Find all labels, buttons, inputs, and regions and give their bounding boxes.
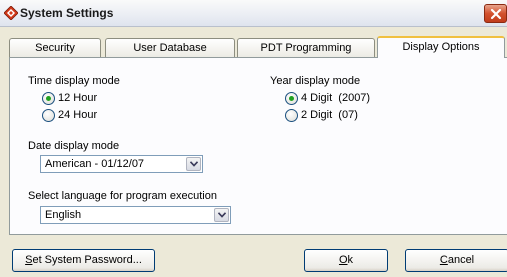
title-bar[interactable]: System Settings (0, 0, 507, 27)
radio-button-unselected (42, 109, 55, 122)
tab-security[interactable]: Security (9, 38, 101, 57)
radio-12-hour-label: 12 Hour (58, 92, 98, 104)
radio-button-selected (285, 92, 298, 105)
radio-button-selected (42, 92, 55, 105)
radio-dot (289, 96, 294, 101)
language-label: Select language for program execution (28, 190, 217, 202)
radio-button-unselected (285, 109, 298, 122)
tab-pdt-programming[interactable]: PDT Programming (237, 38, 375, 57)
window-title: System Settings (20, 6, 114, 20)
ok-mnemonic: O (338, 254, 348, 266)
set-system-password-button[interactable]: Set System Password... (12, 249, 155, 272)
radio-dot (46, 96, 51, 101)
date-display-mode-value: American - 01/12/07 (45, 158, 145, 170)
system-settings-window: System Settings Security User Database P… (0, 0, 507, 277)
cancel-label: ancel (447, 254, 475, 266)
radio-4-digit[interactable]: 4 Digit (2007) (285, 92, 395, 106)
dropdown-arrow-button[interactable] (186, 157, 201, 171)
close-x-icon (490, 8, 502, 20)
app-diamond-icon (3, 5, 19, 21)
radio-24-hour[interactable]: 24 Hour (42, 109, 132, 123)
year-display-mode-label: Year display mode (270, 75, 361, 87)
set-password-label: et System Password... (32, 254, 142, 266)
date-display-mode-select[interactable]: American - 01/12/07 (40, 155, 203, 173)
date-display-mode-label: Date display mode (28, 140, 120, 152)
time-display-mode-label: Time display mode (28, 75, 120, 87)
language-value: English (45, 209, 82, 221)
cancel-button[interactable]: Cancel (405, 249, 507, 272)
tab-strip: Security User Database PDT Programming D… (9, 36, 507, 58)
ok-button[interactable]: Ok (304, 249, 388, 272)
radio-2-digit-label: 2 Digit (07) (301, 109, 358, 121)
close-button[interactable] (484, 4, 507, 23)
radio-24-hour-label: 24 Hour (58, 109, 98, 121)
ok-label: k (347, 254, 354, 266)
dropdown-arrow-button[interactable] (214, 208, 229, 222)
chevron-down-icon (218, 212, 226, 218)
cancel-mnemonic: C (439, 254, 448, 266)
tab-display-options[interactable]: Display Options (377, 36, 505, 58)
radio-12-hour[interactable]: 12 Hour (42, 92, 132, 106)
language-select[interactable]: English (40, 206, 231, 224)
radio-2-digit[interactable]: 2 Digit (07) (285, 109, 395, 123)
chevron-down-icon (190, 161, 198, 167)
radio-4-digit-label: 4 Digit (2007) (301, 92, 371, 104)
tab-user-database[interactable]: User Database (105, 38, 235, 57)
